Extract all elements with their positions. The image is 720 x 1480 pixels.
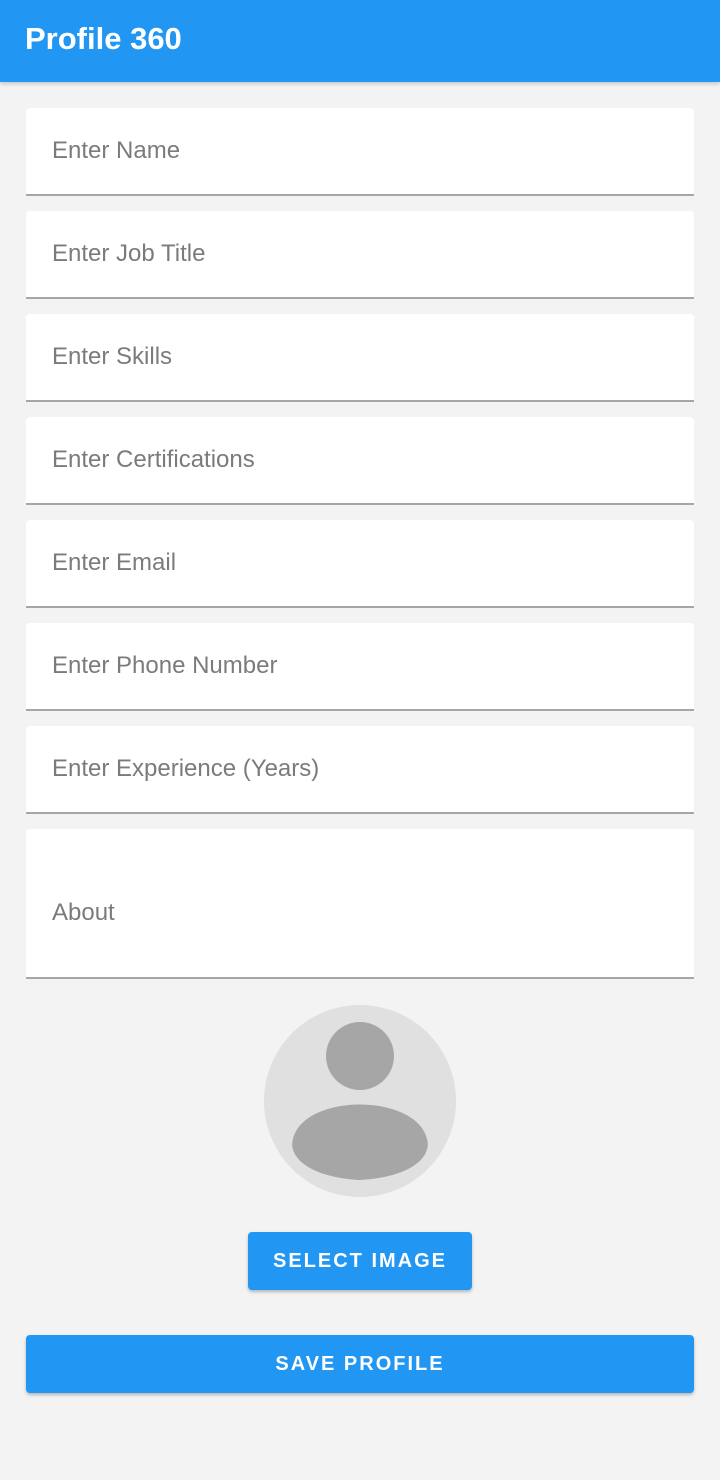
person-placeholder-icon [292, 1022, 428, 1180]
job-title-input[interactable] [26, 211, 694, 297]
email-field-container [26, 520, 694, 608]
about-field[interactable]: About [26, 829, 694, 979]
name-input[interactable] [26, 108, 694, 194]
profile-avatar [264, 1005, 456, 1197]
app-bar: Profile 360 [0, 0, 720, 82]
name-field-container [26, 108, 694, 196]
certifications-field-container [26, 417, 694, 505]
experience-field-container [26, 726, 694, 814]
email-input[interactable] [26, 520, 694, 606]
phone-input[interactable] [26, 623, 694, 709]
experience-input[interactable] [26, 726, 694, 812]
app-title: Profile 360 [25, 21, 182, 56]
about-label: About [52, 899, 115, 926]
save-profile-button[interactable]: SAVE PROFILE [26, 1335, 694, 1393]
job-title-field-container [26, 211, 694, 299]
skills-field-container [26, 314, 694, 402]
skills-input[interactable] [26, 314, 694, 400]
phone-field-container [26, 623, 694, 711]
select-image-button[interactable]: SELECT IMAGE [248, 1232, 472, 1290]
certifications-input[interactable] [26, 417, 694, 503]
